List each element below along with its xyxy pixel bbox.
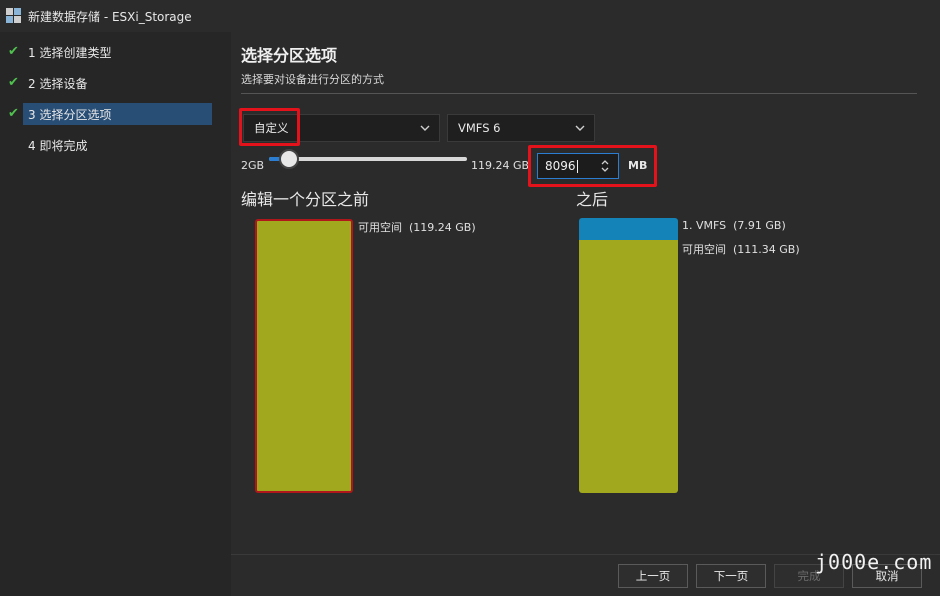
after-vmfs-bar[interactable] [579, 218, 678, 240]
after-free-size: (111.34 GB) [733, 243, 800, 256]
text-cursor [576, 159, 578, 173]
before-free-label: 可用空间 (119.24 GB) [358, 219, 476, 235]
partition-mode-select[interactable]: 自定义 [243, 114, 440, 142]
filesystem-type-value: VMFS 6 [458, 121, 501, 135]
step-label: 2 选择设备 [28, 76, 88, 91]
slider-min-label: 2GB [241, 159, 265, 172]
title-bar: 新建数据存储 - ESXi_Storage [0, 0, 940, 32]
check-icon: ✔ [8, 44, 19, 59]
after-free-text: 可用空间 [682, 243, 726, 256]
before-free-size: (119.24 GB) [409, 221, 476, 234]
step-select-create-type[interactable]: ✔ 1 选择创建类型 [0, 41, 212, 63]
check-icon: ✔ [8, 75, 19, 90]
back-button[interactable]: 上一页 [618, 564, 688, 588]
filesystem-type-select[interactable]: VMFS 6 [447, 114, 595, 142]
spinner-arrows-icon[interactable] [600, 158, 610, 174]
window-title: 新建数据存储 - ESXi_Storage [28, 9, 192, 24]
size-unit: MB [628, 159, 648, 172]
divider [241, 93, 917, 94]
partition-mode-value: 自定义 [254, 121, 289, 135]
check-icon: ✔ [8, 106, 19, 121]
slider-max-label: 119.24 GB [471, 159, 530, 172]
size-input-value: 8096 [545, 159, 576, 173]
step-partition-options[interactable]: ✔ 3 选择分区选项 [0, 103, 212, 125]
step-label: 3 选择分区选项 [28, 107, 112, 122]
step-label: 1 选择创建类型 [28, 45, 112, 60]
step-ready-to-complete[interactable]: 4 即将完成 [0, 134, 212, 156]
before-heading: 编辑一个分区之前 [241, 190, 370, 209]
after-vmfs-label: 1. VMFS (7.91 GB) [682, 219, 786, 232]
after-heading: 之后 [576, 190, 609, 209]
watermark: j000e.com [815, 550, 933, 574]
step-select-device[interactable]: ✔ 2 选择设备 [0, 72, 212, 94]
slider-handle[interactable] [278, 149, 299, 169]
step-label: 4 即将完成 [28, 138, 88, 153]
after-free-label: 可用空间 (111.34 GB) [682, 241, 800, 257]
after-free-space-bar[interactable] [579, 240, 678, 493]
page-title: 选择分区选项 [241, 46, 338, 65]
before-free-space-bar[interactable] [255, 219, 353, 493]
before-free-text: 可用空间 [358, 221, 402, 234]
page-subtitle: 选择要对设备进行分区的方式 [241, 73, 384, 86]
wizard-steps: ✔ 1 选择创建类型 ✔ 2 选择设备 ✔ 3 选择分区选项 4 即将完成 [0, 32, 231, 596]
chevron-down-icon [420, 125, 430, 131]
next-button[interactable]: 下一页 [696, 564, 766, 588]
size-input[interactable]: 8096 [537, 153, 619, 179]
main-panel: 选择分区选项 选择要对设备进行分区的方式 自定义 VMFS 6 2GB 119.… [231, 32, 940, 554]
after-vmfs-size: (7.91 GB) [733, 219, 786, 232]
app-icon [6, 8, 22, 24]
size-slider[interactable] [269, 149, 467, 169]
chevron-down-icon [575, 125, 585, 131]
after-vmfs-text: 1. VMFS [682, 219, 727, 232]
